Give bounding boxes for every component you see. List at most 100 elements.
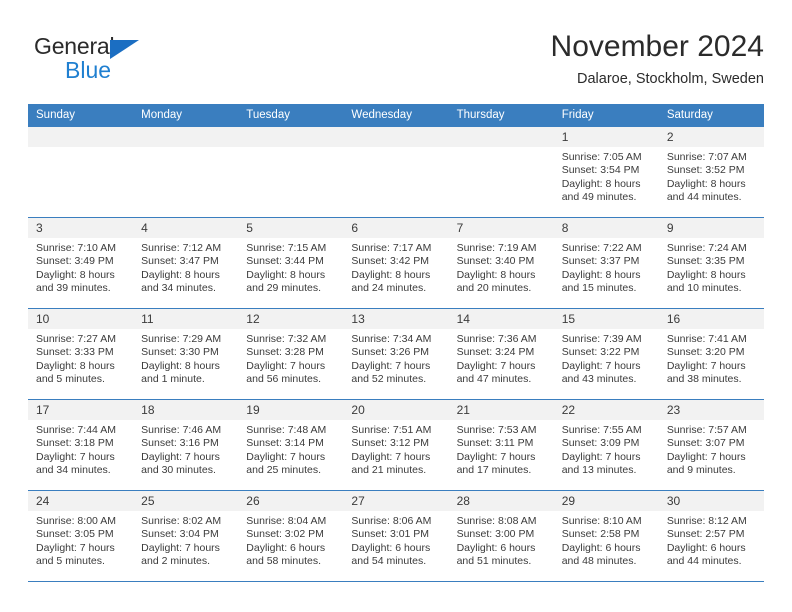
cell-inner: 1 Sunrise: 7:05 AM Sunset: 3:54 PM Daylight…	[553, 127, 659, 217]
daylight-text-line1: Daylight: 8 hours	[36, 359, 115, 372]
day-number: 30	[658, 491, 764, 511]
daylight-text-line1: Daylight: 7 hours	[561, 450, 641, 463]
day-number: 21	[448, 400, 554, 420]
day-details: Sunrise: 7:53 AM Sunset: 3:11 PM Daylight:…	[449, 420, 554, 478]
calendar-day-cell[interactable]: 8 Sunrise: 7:22 AM Sunset: 3:37 PM Daylight…	[553, 217, 659, 309]
sunset-text: Sunset: 3:00 PM	[456, 528, 535, 541]
sunset-text: Sunset: 3:02 PM	[246, 528, 324, 541]
cell-inner: 20 Sunrise: 7:51 AM Sunset: 3:12 PM Dayligh…	[343, 400, 449, 490]
calendar-day-cell[interactable]: 1 Sunrise: 7:05 AM Sunset: 3:54 PM Daylight…	[553, 126, 659, 218]
calendar-day-cell[interactable]: 19 Sunrise: 7:48 AM Sunset: 3:14 PM Dayligh…	[238, 399, 344, 491]
calendar-day-cell[interactable]: 24 Sunrise: 8:00 AM Sunset: 3:05 PM Dayligh…	[28, 490, 134, 582]
calendar-day-cell[interactable]: 17 Sunrise: 7:44 AM Sunset: 3:18 PM Dayligh…	[28, 399, 134, 491]
calendar-day-cell[interactable]: 7 Sunrise: 7:19 AM Sunset: 3:40 PM Daylight…	[448, 217, 554, 309]
calendar-day-cell[interactable]: 29 Sunrise: 8:10 AM Sunset: 2:58 PM Dayligh…	[553, 490, 659, 582]
day-number	[448, 127, 554, 147]
calendar-day-cell[interactable]: 21 Sunrise: 7:53 AM Sunset: 3:11 PM Dayligh…	[448, 399, 554, 491]
calendar-day-cell[interactable]: 3 Sunrise: 7:10 AM Sunset: 3:49 PM Daylight…	[28, 217, 134, 309]
sunrise-text: Sunrise: 7:41 AM	[666, 333, 747, 345]
calendar-day-cell[interactable]: 6 Sunrise: 7:17 AM Sunset: 3:42 PM Daylight…	[343, 217, 449, 309]
sunrise-text: Sunrise: 7:24 AM	[666, 242, 747, 254]
day-number: 5	[238, 218, 344, 238]
calendar-day-cell[interactable]: 25 Sunrise: 8:02 AM Sunset: 3:04 PM Dayligh…	[133, 490, 239, 582]
daylight-text-line1: Daylight: 7 hours	[666, 359, 746, 372]
daylight-text-line2: and 47 minutes.	[456, 373, 532, 386]
calendar-day-cell[interactable]: 12 Sunrise: 7:32 AM Sunset: 3:28 PM Dayligh…	[238, 308, 344, 400]
calendar-day-cell[interactable]: 10 Sunrise: 7:27 AM Sunset: 3:33 PM Dayligh…	[28, 308, 134, 400]
day-details: Sunrise: 7:24 AM Sunset: 3:35 PM Daylight:…	[659, 238, 764, 296]
calendar-day-cell[interactable]: 30 Sunrise: 8:12 AM Sunset: 2:57 PM Dayligh…	[658, 490, 764, 582]
calendar-day-cell[interactable]: 16 Sunrise: 7:41 AM Sunset: 3:20 PM Dayligh…	[658, 308, 764, 400]
page-title: November 2024	[550, 30, 764, 63]
weekday-header: Sunday Monday Tuesday Wednesday Thursday Frid…	[28, 104, 764, 127]
day-details: Sunrise: 7:15 AM Sunset: 3:44 PM Daylight:…	[238, 238, 343, 296]
day-number: 15	[553, 309, 659, 329]
day-number: 27	[343, 491, 449, 511]
daylight-text-line1: Daylight: 8 hours	[561, 177, 641, 190]
calendar-grid: Sunday Monday Tuesday Wednesday Thursday Frid…	[28, 104, 764, 582]
calendar-day-cell[interactable]: 15 Sunrise: 7:39 AM Sunset: 3:22 PM Dayligh…	[553, 308, 659, 400]
daylight-text-line2: and 30 minutes.	[141, 464, 216, 477]
day-details: Sunrise: 8:12 AM Sunset: 2:57 PM Daylight:…	[659, 511, 764, 569]
calendar-week-row: 17 Sunrise: 7:44 AM Sunset: 3:18 PM Dayligh…	[28, 399, 764, 491]
daylight-text-line2: and 44 minutes.	[666, 191, 742, 204]
cell-inner	[133, 127, 239, 217]
calendar-day-cell[interactable]: 13 Sunrise: 7:34 AM Sunset: 3:26 PM Dayligh…	[343, 308, 449, 400]
sunrise-text: Sunrise: 8:12 AM	[666, 515, 747, 527]
sunrise-text: Sunrise: 8:00 AM	[36, 515, 116, 527]
sunrise-text: Sunrise: 7:29 AM	[141, 333, 222, 345]
day-details: Sunrise: 8:00 AM Sunset: 3:05 PM Daylight:…	[28, 511, 133, 569]
calendar-week-row: 10 Sunrise: 7:27 AM Sunset: 3:33 PM Dayligh…	[28, 308, 764, 400]
daylight-text-line1: Daylight: 7 hours	[36, 450, 115, 463]
day-number: 6	[343, 218, 449, 238]
cell-inner: 11 Sunrise: 7:29 AM Sunset: 3:30 PM Dayligh…	[133, 309, 239, 399]
cell-inner: 5 Sunrise: 7:15 AM Sunset: 3:44 PM Daylight…	[238, 218, 344, 308]
calendar-day-cell[interactable]: 22 Sunrise: 7:55 AM Sunset: 3:09 PM Dayligh…	[553, 399, 659, 491]
calendar-day-cell[interactable]: 4 Sunrise: 7:12 AM Sunset: 3:47 PM Daylight…	[133, 217, 239, 309]
day-number: 20	[343, 400, 449, 420]
calendar-day-cell[interactable]: 11 Sunrise: 7:29 AM Sunset: 3:30 PM Dayligh…	[133, 308, 239, 400]
day-details: Sunrise: 7:57 AM Sunset: 3:07 PM Daylight:…	[659, 420, 764, 478]
cell-inner: 25 Sunrise: 8:02 AM Sunset: 3:04 PM Dayligh…	[133, 491, 239, 581]
daylight-text-line1: Daylight: 8 hours	[36, 268, 115, 281]
calendar-week-row: 3 Sunrise: 7:10 AM Sunset: 3:49 PM Daylight…	[28, 217, 764, 309]
cell-inner: 12 Sunrise: 7:32 AM Sunset: 3:28 PM Dayligh…	[238, 309, 344, 399]
sunset-text: Sunset: 3:24 PM	[456, 346, 535, 359]
sunset-text: Sunset: 3:09 PM	[561, 437, 640, 450]
day-details: Sunrise: 7:46 AM Sunset: 3:16 PM Daylight:…	[133, 420, 238, 478]
daylight-text-line1: Daylight: 8 hours	[666, 268, 746, 281]
sunset-text: Sunset: 3:35 PM	[666, 255, 745, 268]
day-details: Sunrise: 7:17 AM Sunset: 3:42 PM Daylight:…	[343, 238, 448, 296]
calendar-day-cell[interactable]: 27 Sunrise: 8:06 AM Sunset: 3:01 PM Dayligh…	[343, 490, 449, 582]
daylight-text-line1: Daylight: 8 hours	[246, 268, 326, 281]
sunset-text: Sunset: 3:30 PM	[141, 346, 219, 359]
day-number: 25	[133, 491, 239, 511]
sunrise-text: Sunrise: 8:02 AM	[141, 515, 222, 527]
day-number: 24	[28, 491, 134, 511]
day-number: 22	[553, 400, 659, 420]
calendar-day-cell[interactable]: 23 Sunrise: 7:57 AM Sunset: 3:07 PM Dayligh…	[658, 399, 764, 491]
daylight-text-line2: and 58 minutes.	[246, 555, 321, 568]
cell-inner: 23 Sunrise: 7:57 AM Sunset: 3:07 PM Dayligh…	[658, 400, 764, 490]
daylight-text-line1: Daylight: 8 hours	[141, 359, 220, 372]
calendar-day-cell[interactable]: 2 Sunrise: 7:07 AM Sunset: 3:52 PM Daylight…	[658, 126, 764, 218]
sunrise-text: Sunrise: 7:34 AM	[351, 333, 432, 345]
cell-inner: 7 Sunrise: 7:19 AM Sunset: 3:40 PM Daylight…	[448, 218, 554, 308]
daylight-text-line1: Daylight: 6 hours	[561, 541, 641, 554]
sunset-text: Sunset: 3:16 PM	[141, 437, 219, 450]
daylight-text-line1: Daylight: 6 hours	[246, 541, 326, 554]
calendar-day-cell[interactable]: 28 Sunrise: 8:08 AM Sunset: 3:00 PM Dayligh…	[448, 490, 554, 582]
general-blue-logo[interactable]: General Blue	[34, 34, 164, 90]
calendar-day-cell[interactable]: 14 Sunrise: 7:36 AM Sunset: 3:24 PM Dayligh…	[448, 308, 554, 400]
daylight-text-line2: and 52 minutes.	[351, 373, 427, 386]
sunrise-text: Sunrise: 7:07 AM	[666, 151, 747, 163]
calendar-day-cell[interactable]: 26 Sunrise: 8:04 AM Sunset: 3:02 PM Dayligh…	[238, 490, 344, 582]
calendar-day-cell[interactable]: 5 Sunrise: 7:15 AM Sunset: 3:44 PM Daylight…	[238, 217, 344, 309]
sunset-text: Sunset: 3:33 PM	[36, 346, 114, 359]
sunrise-text: Sunrise: 8:10 AM	[561, 515, 642, 527]
calendar-day-cell[interactable]: 9 Sunrise: 7:24 AM Sunset: 3:35 PM Daylight…	[658, 217, 764, 309]
calendar-day-cell[interactable]: 18 Sunrise: 7:46 AM Sunset: 3:16 PM Dayligh…	[133, 399, 239, 491]
daylight-text-line1: Daylight: 7 hours	[246, 450, 326, 463]
calendar-day-cell[interactable]: 20 Sunrise: 7:51 AM Sunset: 3:12 PM Dayligh…	[343, 399, 449, 491]
sunrise-text: Sunrise: 7:36 AM	[456, 333, 537, 345]
